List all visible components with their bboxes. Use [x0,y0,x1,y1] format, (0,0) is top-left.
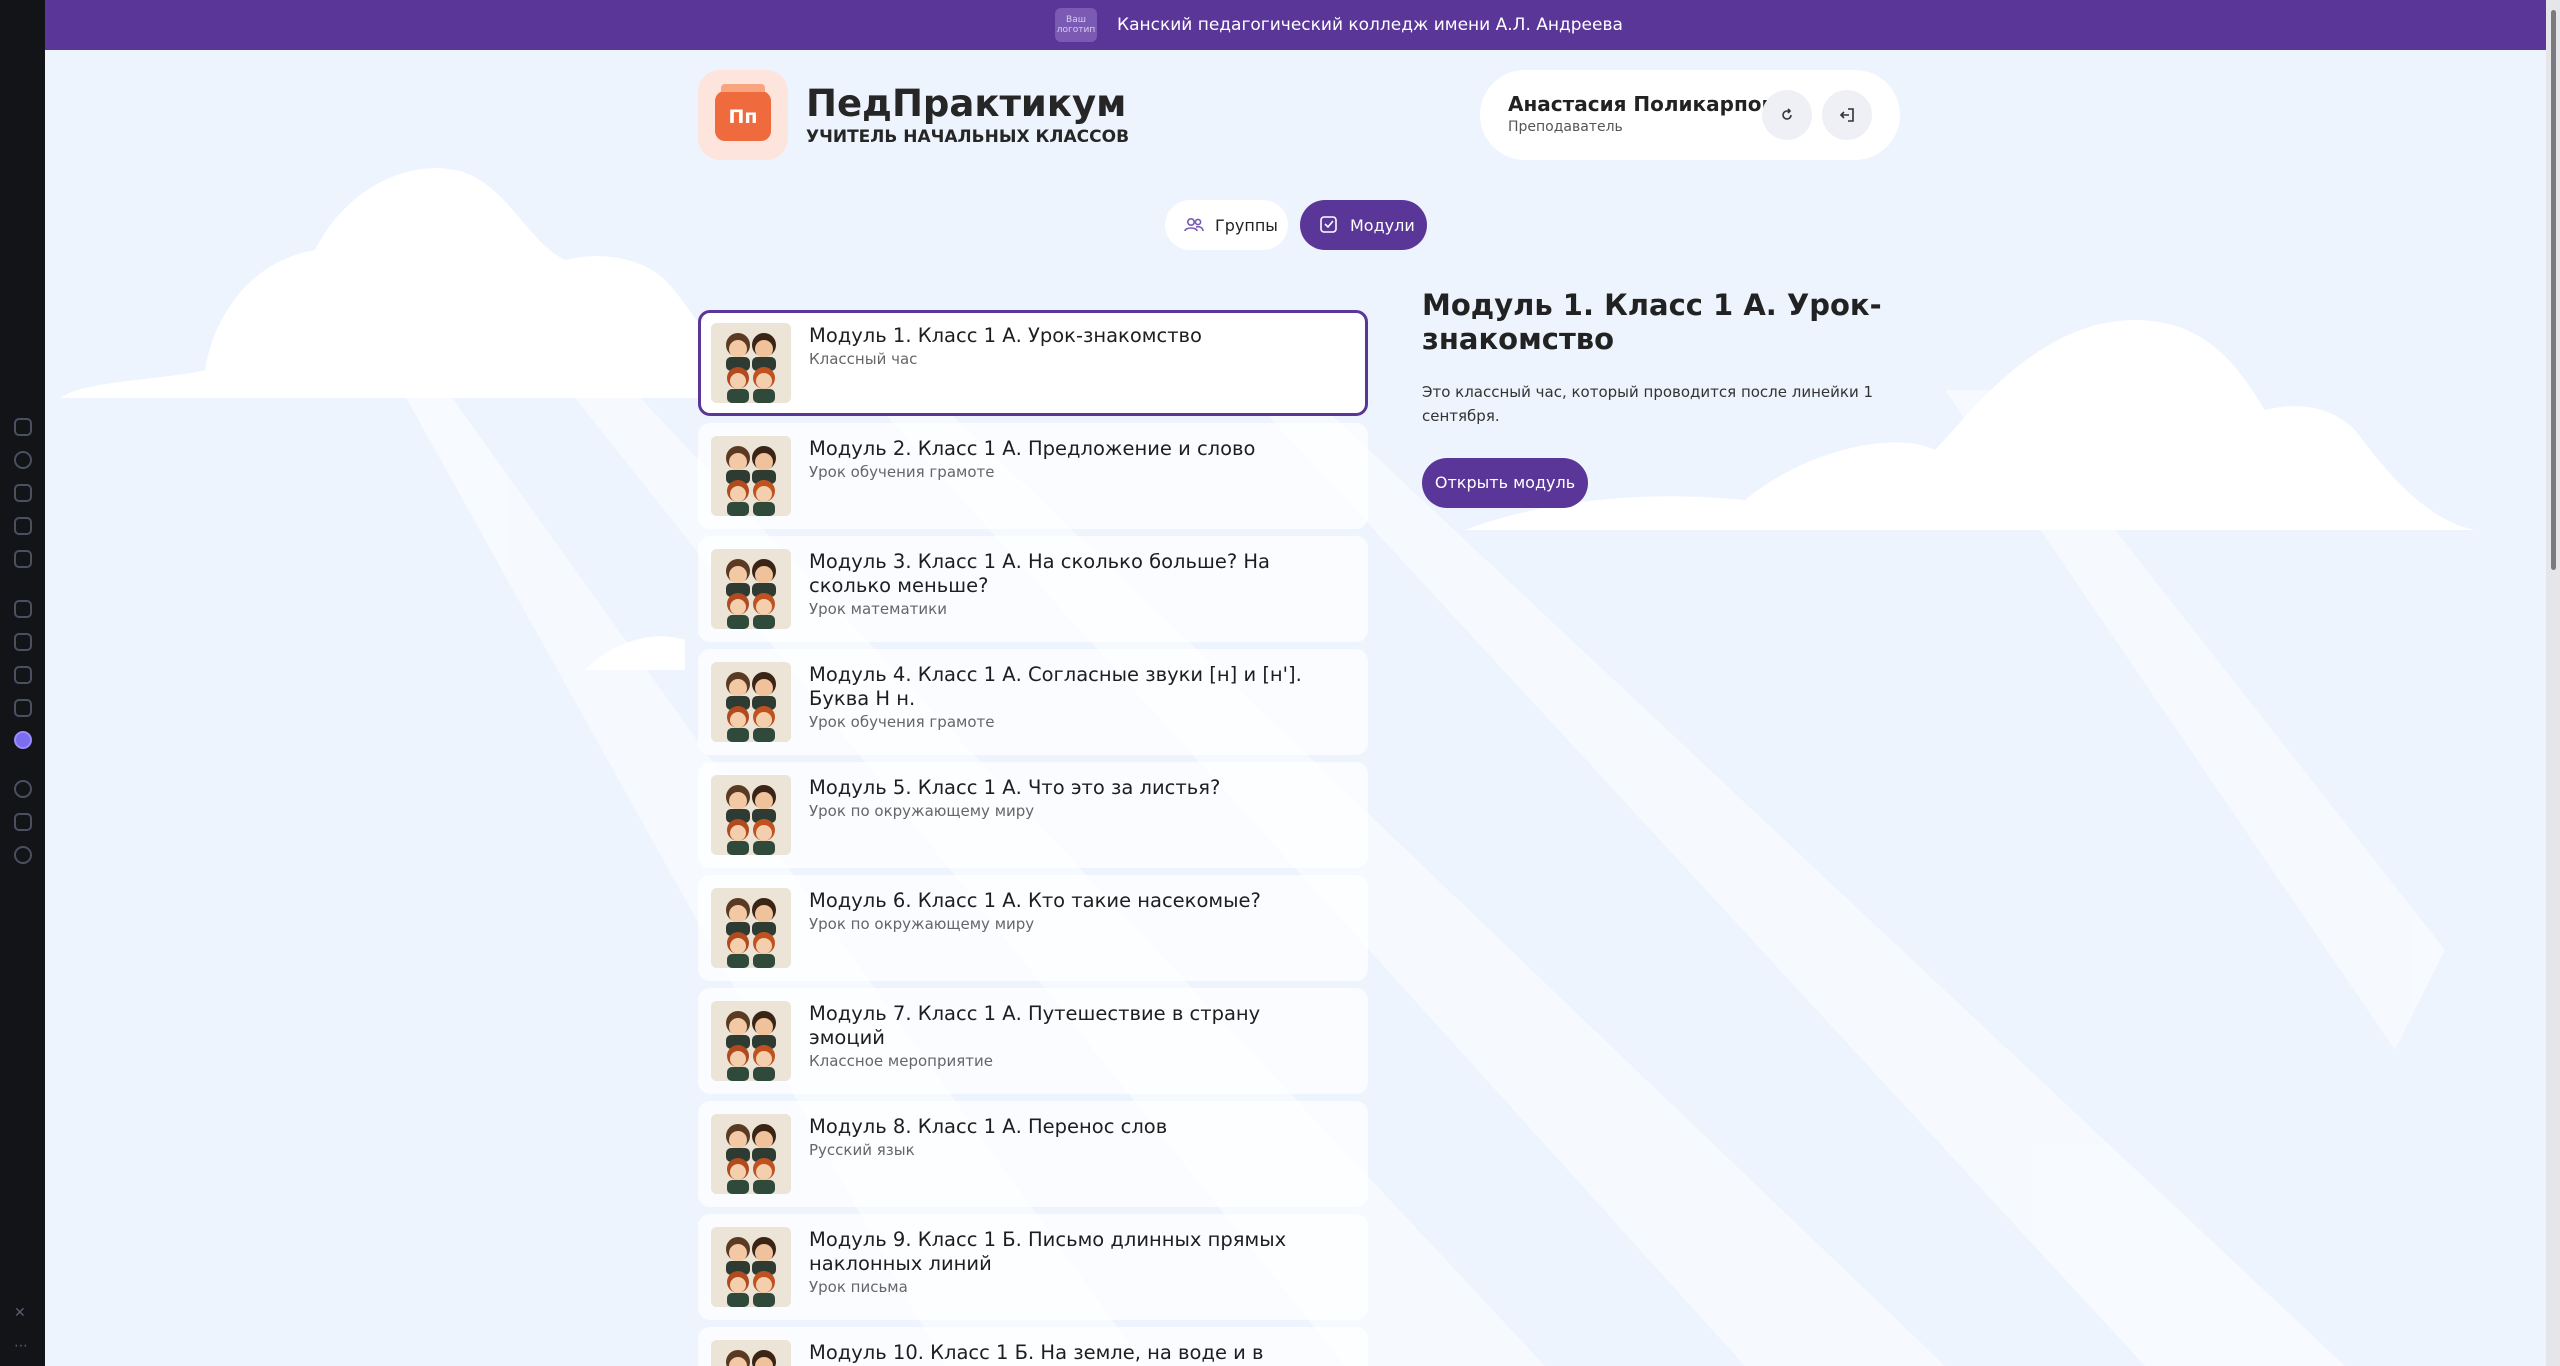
module-subtitle: Урок по окружающему миру [809,802,1035,820]
module-subtitle: Урок по окружающему миру [809,915,1035,933]
tab-modules[interactable]: Модули [1300,200,1427,250]
module-subtitle: Урок математики [809,600,947,618]
module-title: Модуль 1. Класс 1 А. Урок-знакомство [809,324,1202,347]
module-subtitle: Русский язык [809,1141,915,1159]
module-thumbnail [711,436,791,516]
college-logo-placeholder: Ваш логотип [1055,8,1097,42]
module-title: Модуль 10. Класс 1 Б. На земле, на воде … [809,1341,1264,1366]
brand-logo-mark: Пп [715,84,771,141]
top-bar: Ваш логотип Канский педагогический колле… [45,0,2546,50]
module-card[interactable]: Модуль 2. Класс 1 А. Предложение и слово… [698,423,1368,529]
logout-button[interactable] [1822,90,1872,140]
discord-icon[interactable] [14,666,32,684]
brand-subtitle: УЧИТЕЛЬ НАЧАЛЬНЫХ КЛАССОВ [806,127,1130,147]
module-thumbnail [711,662,791,742]
clock-icon[interactable] [14,780,32,798]
more-icon[interactable]: ⋯ [14,1338,28,1354]
module-card[interactable]: Модуль 3. Класс 1 А. На сколько больше? … [698,536,1368,642]
college-name: Канский педагогический колледж имени А.Л… [1117,15,1623,35]
module-thumbnail [711,775,791,855]
module-subtitle: Урок обучения грамоте [809,713,995,731]
cube-icon[interactable] [14,813,32,831]
assistant-icon[interactable] [14,731,32,749]
tab-groups[interactable]: Группы [1165,200,1288,250]
brand-title: ПедПрактикум [806,82,1127,125]
gamepad-icon[interactable] [14,418,32,436]
module-thumbnail [711,549,791,629]
music-icon[interactable] [14,550,32,568]
module-subtitle: Урок обучения грамоте [809,463,995,481]
checkbox-icon [1320,216,1337,233]
refresh-icon [1782,108,1792,120]
module-title: Модуль 4. Класс 1 А. Согласные звуки [н]… [809,663,1302,710]
module-thumbnail [711,323,791,403]
scrollbar[interactable] [2546,0,2560,1366]
extensions-icon[interactable]: ✕ [14,1305,26,1321]
module-title: Модуль 3. Класс 1 А. На сколько больше? … [809,550,1270,597]
module-title: Модуль 7. Класс 1 А. Путешествие в стран… [809,1002,1261,1049]
module-title: Модуль 5. Класс 1 А. Что это за листья? [809,776,1221,799]
user-name: Анастасия Поликарпова [1508,92,1788,116]
user-card: Анастасия Поликарпова Преподаватель [1480,70,1900,160]
module-subtitle: Классный час [809,350,918,368]
module-card[interactable]: Модуль 6. Класс 1 А. Кто такие насекомые… [698,875,1368,981]
module-thumbnail [711,1227,791,1307]
module-card[interactable]: Модуль 8. Класс 1 А. Перенос слов Русский… [698,1101,1368,1207]
module-thumbnail [711,888,791,968]
history-icon[interactable] [14,451,32,469]
module-detail: Модуль 1. Класс 1 А. Урок-знакомство Это… [1422,288,1882,508]
module-thumbnail [711,1001,791,1081]
module-title: Модуль 2. Класс 1 А. Предложение и слово [809,437,1256,460]
module-title: Модуль 9. Класс 1 Б. Письмо длинных прям… [809,1228,1287,1275]
arc-icon[interactable] [14,600,32,618]
open-module-button[interactable]: Открыть модуль [1422,458,1588,508]
module-subtitle: Урок письма [809,1278,908,1296]
tab-modules-label: Модули [1350,215,1415,235]
module-title: Модуль 8. Класс 1 А. Перенос слов [809,1115,1168,1138]
logout-icon [1839,108,1854,122]
module-card[interactable]: Модуль 1. Класс 1 А. Урок-знакомство Клас… [698,310,1368,416]
detail-description: Это классный час, который проводится пос… [1422,383,1874,425]
module-card[interactable]: Модуль 10. Класс 1 Б. На земле, на воде … [698,1327,1368,1366]
bag-icon[interactable] [14,484,32,502]
refresh-button[interactable] [1762,90,1812,140]
module-title: Модуль 6. Класс 1 А. Кто такие насекомые… [809,889,1261,912]
detail-title: Модуль 1. Класс 1 А. Урок-знакомство [1422,288,1882,356]
module-thumbnail [711,1340,791,1366]
brand-logo: Пп [698,70,788,160]
module-subtitle: Классное мероприятие [809,1052,993,1070]
scrollbar-thumb[interactable] [2551,10,2556,570]
page: Ваш логотип Канский педагогический колле… [45,0,2546,1366]
module-thumbnail [711,1114,791,1194]
users-icon [1184,218,1204,232]
settings-icon[interactable] [14,846,32,864]
module-card[interactable]: Модуль 5. Класс 1 А. Что это за листья? У… [698,762,1368,868]
wallet-icon[interactable] [14,517,32,535]
twitch-icon[interactable] [14,633,32,651]
module-card[interactable]: Модуль 9. Класс 1 Б. Письмо длинных прям… [698,1214,1368,1320]
telegram-icon[interactable] [14,699,32,717]
brand[interactable]: Пп ПедПрактикум УЧИТЕЛЬ НАЧАЛЬНЫХ КЛАССО… [698,70,1129,160]
tab-groups-label: Группы [1215,215,1278,235]
module-card[interactable]: Модуль 4. Класс 1 А. Согласные звуки [н]… [698,649,1368,755]
user-role: Преподаватель [1508,119,1623,135]
browser-sidebar: ✕ ⋯ [0,0,45,1366]
module-card[interactable]: Модуль 7. Класс 1 А. Путешествие в стран… [698,988,1368,1094]
